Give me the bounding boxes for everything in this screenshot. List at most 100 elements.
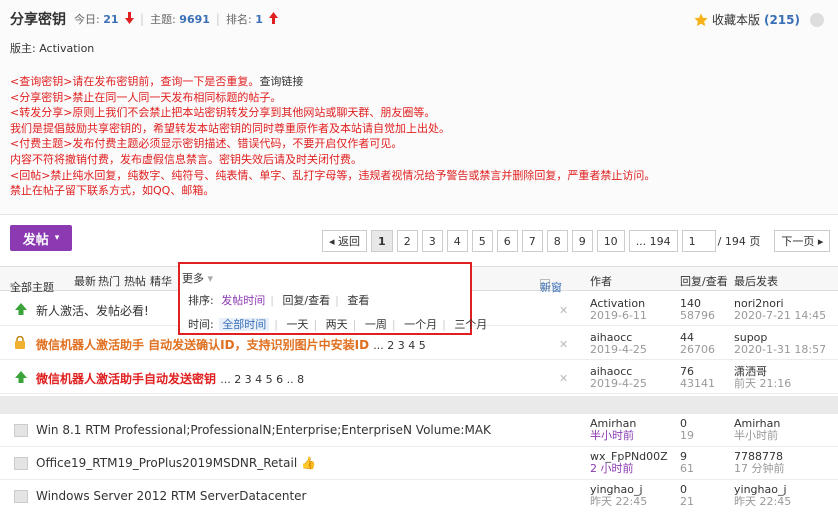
time-all[interactable]: 全部时间 <box>219 318 270 331</box>
thread-pages: ... 2 3 4 5 6 .. 8 <box>220 373 305 386</box>
sort-label: 排序: <box>188 294 214 307</box>
time-label: 时间: <box>188 318 214 331</box>
filter-hot-threads[interactable]: 热帖 <box>124 273 146 289</box>
thread-author[interactable]: wx_FpPNd00Z 2 小时前 <box>590 451 668 475</box>
close-icon[interactable]: ✕ <box>559 304 568 317</box>
table-row[interactable]: Office19_RTM19_ProPlus2019MSDNR_Retail 👍… <box>0 447 838 480</box>
page-5[interactable]: 5 <box>471 230 493 252</box>
time-one-week[interactable]: 一周 <box>365 318 387 331</box>
thread-pages: ... 2 3 4 5 <box>373 339 426 352</box>
favorite-label[interactable]: 收藏本版 <box>712 11 760 28</box>
rule-line: 禁止在帖子留下联系方式，如QQ、邮箱。 <box>10 184 215 198</box>
forum-stats: 分享密钥 今日: 21 | 主题: 9691 | 排名: 1 <box>10 9 279 29</box>
chevron-down-icon: ▾ <box>207 272 214 285</box>
thread-counts: 76 43141 <box>680 365 715 390</box>
filter-latest[interactable]: 最新 <box>74 273 96 289</box>
page-last[interactable]: ... 194 <box>628 230 678 252</box>
page-7[interactable]: 7 <box>521 230 543 252</box>
rule-line: <查询密钥>请在发布密钥前，查询一下是否重复。查询链接 <box>10 75 304 88</box>
next-page-button[interactable]: 下一页 ▸ <box>774 230 831 252</box>
threads-stat: 主题: 9691 <box>150 13 210 26</box>
sort-post-time[interactable]: 发帖时间 <box>221 294 265 307</box>
divider: | <box>140 12 145 26</box>
time-options: 时间: 全部时间 | 一天 | 两天 | 一周 | 一个月 | 三个月 <box>188 318 488 331</box>
thread-counts: 0 21 <box>680 483 694 508</box>
document-icon <box>14 457 28 470</box>
rank-stat: 排名: 1 <box>226 11 279 27</box>
page-jump-input[interactable]: 1 <box>681 230 716 252</box>
rule-line: <付费主题>发布付费主题必须显示密钥描述、错误代码，不要开启仅作者可见。 <box>10 137 403 151</box>
pin-up-icon <box>15 371 27 383</box>
thread-last-post[interactable]: 7788778 17 分钟前 <box>734 451 785 475</box>
new-post-button[interactable]: 发帖 ▾ <box>10 225 72 251</box>
filter-digest[interactable]: 精华 <box>150 273 172 289</box>
rule-line: <回帖>禁止纯水回复，纯数字、纯符号、纯表情、单字、乱打字母等，违规者视情况给予… <box>10 168 656 182</box>
time-one-month[interactable]: 一个月 <box>404 318 437 331</box>
time-two-days[interactable]: 两天 <box>326 318 348 331</box>
total-pages: / 194 页 <box>717 235 761 248</box>
thread-author[interactable]: aihaocc 2019-4-25 <box>590 366 647 390</box>
sort-replies-views[interactable]: 回复/查看 <box>282 294 330 307</box>
thread-title[interactable]: Windows Server 2012 RTM ServerDatacenter <box>36 489 306 503</box>
page-2[interactable]: 2 <box>396 230 418 252</box>
thread-last-post[interactable]: yinghao_j 昨天 22:45 <box>734 484 791 508</box>
section-separator <box>0 396 838 414</box>
thread-author[interactable]: Amirhan 半小时前 <box>590 418 636 442</box>
filter-more[interactable]: 更多 ▾ <box>182 270 213 286</box>
thread-title[interactable]: 新人激活、发帖必看! <box>36 302 149 319</box>
rule-line: 我们是提倡鼓励共享密钥的，希望转发本站密钥的同时尊重原作者及本站请自觉加上出处。 <box>10 121 450 135</box>
arrow-down-icon <box>125 12 135 24</box>
query-link[interactable]: 查询链接 <box>259 75 303 88</box>
thread-last-post[interactable]: supop 2020-1-31 18:57 <box>734 332 826 356</box>
table-row[interactable]: Windows Server 2012 RTM ServerDatacenter… <box>0 480 838 515</box>
rule-line: <转发分享>原则上我们不会禁止把本站密钥转发分享到其他网站或聊天群、朋友圈等。 <box>10 106 436 120</box>
table-row[interactable]: 微信机器人激活助手自动发送密钥 ... 2 3 4 5 6 .. 8 ✕ aih… <box>0 360 838 394</box>
forum-rules: <查询密钥>请在发布密钥前，查询一下是否重复。查询链接 <分享密钥>禁止在同一人… <box>10 74 655 199</box>
new-post-label: 发帖 <box>22 232 49 248</box>
time-three-months[interactable]: 三个月 <box>454 318 487 331</box>
page-6[interactable]: 6 <box>496 230 518 252</box>
thread-title[interactable]: 微信机器人激活助手自动发送密钥 ... 2 3 4 5 6 .. 8 <box>36 370 304 387</box>
document-icon <box>14 424 28 437</box>
thread-author[interactable]: aihaocc 2019-4-25 <box>590 332 647 356</box>
thread-counts: 9 61 <box>680 450 694 475</box>
thread-last-post[interactable]: Amirhan 半小时前 <box>734 418 780 442</box>
toggle-icon[interactable] <box>810 12 824 27</box>
arrow-up-icon <box>269 12 279 24</box>
page-3[interactable]: 3 <box>421 230 443 252</box>
pagination: ◂ 返回 1 2 3 4 5 6 7 8 9 10 ... 194 1 / 19… <box>322 230 831 252</box>
favorite-forum[interactable]: 收藏本版 (215) <box>694 11 824 28</box>
thread-title[interactable]: Office19_RTM19_ProPlus2019MSDNR_Retail 👍 <box>36 456 316 470</box>
author-header: 作者 <box>590 275 612 288</box>
thread-author[interactable]: Activation 2019-6-11 <box>590 298 647 322</box>
page-1[interactable]: 1 <box>371 230 393 252</box>
close-icon[interactable]: ✕ <box>559 372 568 385</box>
page-4[interactable]: 4 <box>446 230 468 252</box>
rule-line: 内容不符将撤销付费，发布虚假信息禁言。密钥失效后请及时关闭付费。 <box>10 152 362 166</box>
filter-hot[interactable]: 热门 <box>98 273 120 289</box>
thread-title[interactable]: 微信机器人激活助手 自动发送确认ID，支持识别图片中安装ID ... 2 3 4… <box>36 336 426 353</box>
close-icon[interactable]: ✕ <box>559 338 568 351</box>
thread-author[interactable]: yinghao_j 昨天 22:45 <box>590 484 647 508</box>
page-10[interactable]: 10 <box>596 230 625 252</box>
lock-icon <box>15 336 25 349</box>
divider: | <box>215 12 220 26</box>
forum-title[interactable]: 分享密钥 <box>10 9 66 29</box>
last-post-header[interactable]: 最后发表 <box>734 273 778 289</box>
thread-title[interactable]: Win 8.1 RTM Professional;ProfessionalN;E… <box>36 423 491 437</box>
thread-counts: 140 58796 <box>680 297 715 322</box>
page-9[interactable]: 9 <box>571 230 593 252</box>
thumbs-up-icon: 👍 <box>300 456 316 470</box>
replies-views-header[interactable]: 回复/查看 <box>680 273 728 289</box>
chevron-down-icon: ▾ <box>10 279 16 292</box>
thread-counts: 0 19 <box>680 417 694 442</box>
sort-views[interactable]: 查看 <box>347 294 369 307</box>
back-button[interactable]: ◂ 返回 <box>322 230 368 252</box>
page-8[interactable]: 8 <box>546 230 568 252</box>
time-one-day[interactable]: 一天 <box>286 318 308 331</box>
rule-line: <分享密钥>禁止在同一人同一天发布相同标题的帖子。 <box>10 90 282 104</box>
thread-last-post[interactable]: 潇洒哥 前天 21:16 <box>734 366 791 390</box>
today-stat: 今日: 21 <box>74 11 135 27</box>
table-row[interactable]: Win 8.1 RTM Professional;ProfessionalN;E… <box>0 414 838 447</box>
thread-last-post[interactable]: nori2nori 2020-7-21 14:45 <box>734 298 826 322</box>
